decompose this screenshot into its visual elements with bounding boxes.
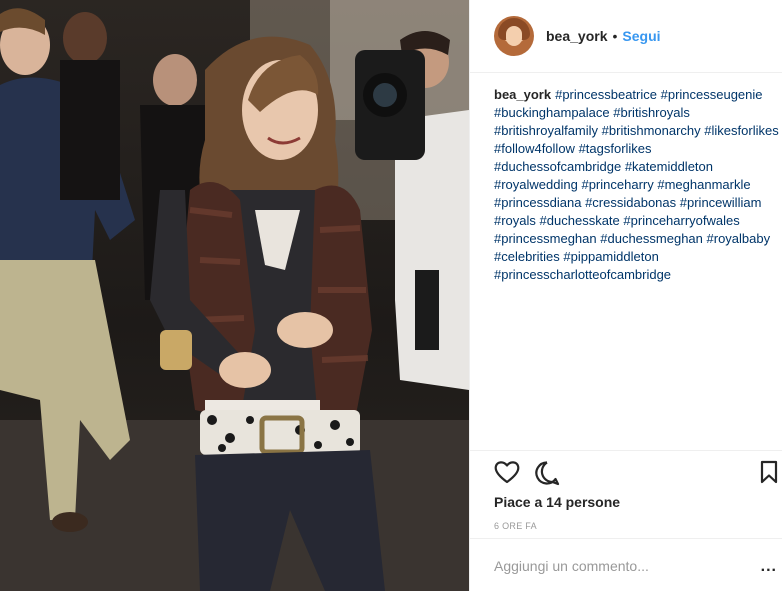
username[interactable]: bea_york xyxy=(546,28,607,44)
hashtag-link[interactable]: #tagsforlikes xyxy=(579,141,652,156)
hashtag-link[interactable]: #princesscharlotteofcambridge xyxy=(494,267,671,282)
hashtag-link[interactable]: #princeharryofwales xyxy=(623,213,739,228)
hashtag-link[interactable]: #princessmeghan xyxy=(494,231,597,246)
caption-username[interactable]: bea_york xyxy=(494,87,551,102)
hashtag-link[interactable]: #follow4follow xyxy=(494,141,575,156)
hashtag-link[interactable]: #pippamiddleton xyxy=(563,249,658,264)
hashtag-link[interactable]: #duchessofcambridge xyxy=(494,159,621,174)
hashtag-link[interactable]: #princeharry xyxy=(581,177,653,192)
hashtag-link[interactable]: #likesforlikes xyxy=(704,123,778,138)
post-photo[interactable] xyxy=(0,0,469,591)
avatar[interactable] xyxy=(494,16,534,56)
hashtag-link[interactable]: #celebrities xyxy=(494,249,560,264)
hashtag-link[interactable]: #buckinghampalace xyxy=(494,105,610,120)
hashtag-link[interactable]: #duchesskate xyxy=(540,213,620,228)
hashtag-link[interactable]: #britishroyalfamily xyxy=(494,123,598,138)
hashtag-link[interactable]: #royals xyxy=(494,213,536,228)
hashtag-link[interactable]: #britishmonarchy xyxy=(602,123,701,138)
heart-icon[interactable] xyxy=(494,460,520,489)
post-photo-illustration xyxy=(0,0,469,591)
comment-icon[interactable] xyxy=(534,460,560,491)
hashtag-link[interactable]: #royalbaby xyxy=(707,231,771,246)
comment-input[interactable] xyxy=(494,558,734,574)
hashtag-link[interactable]: #duchessmeghan xyxy=(600,231,703,246)
post-header: bea_york • Segui xyxy=(470,0,782,73)
follow-button[interactable]: Segui xyxy=(622,28,660,44)
separator-dot: • xyxy=(612,28,618,44)
hashtag-link[interactable]: #princessbeatrice xyxy=(555,87,657,102)
hashtag-link[interactable]: #princessdiana xyxy=(494,195,581,210)
actions-divider xyxy=(470,450,782,451)
comment-box: ... xyxy=(470,538,782,591)
hashtag-link[interactable]: #royalwedding xyxy=(494,177,578,192)
hashtag-link[interactable]: #britishroyals xyxy=(613,105,690,120)
post-caption: bea_york #princessbeatrice #princesseugen… xyxy=(494,86,780,284)
hashtag-link[interactable]: #cressidabonas xyxy=(585,195,676,210)
hashtag-link[interactable]: #meghanmarkle xyxy=(657,177,750,192)
bookmark-icon[interactable] xyxy=(760,460,778,489)
hashtag-link[interactable]: #princewilliam xyxy=(680,195,762,210)
avatar-face xyxy=(506,26,522,46)
post-timestamp: 6 ORE FA xyxy=(494,521,537,531)
hashtag-link[interactable]: #princesseugenie xyxy=(661,87,763,102)
hashtag-list: #princessbeatrice #princesseugenie #buck… xyxy=(494,87,779,282)
likes-count[interactable]: Piace a 14 persone xyxy=(494,494,620,510)
hashtag-link[interactable]: #katemiddleton xyxy=(625,159,713,174)
more-options-button[interactable]: ... xyxy=(761,558,777,576)
post-side-panel: bea_york • Segui bea_york #princessbeatri… xyxy=(469,0,782,591)
